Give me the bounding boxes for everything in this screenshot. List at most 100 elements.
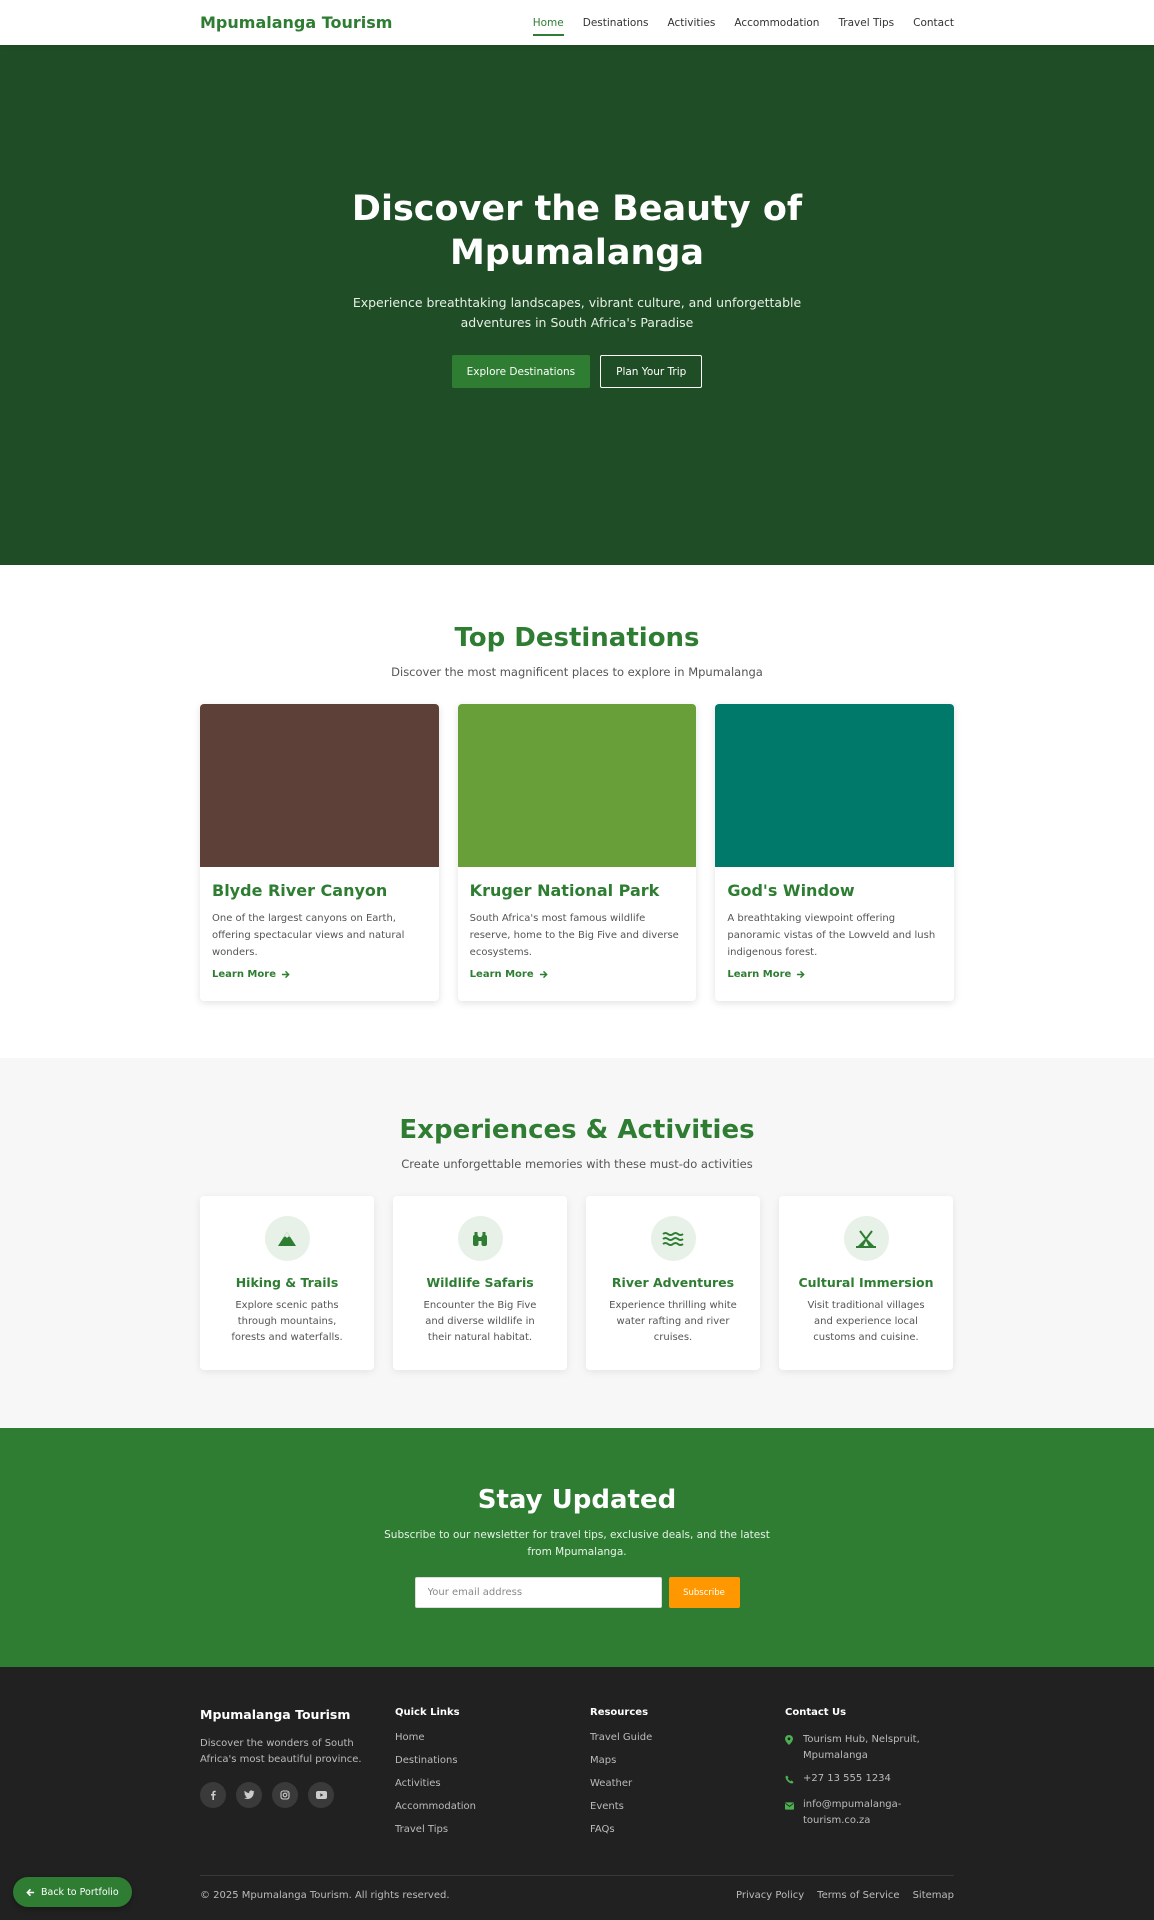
back-to-portfolio-button[interactable]: Back to Portfolio xyxy=(13,1877,132,1907)
activity-card: Hiking & Trails Explore scenic paths thr… xyxy=(200,1196,374,1370)
contact-email: info@mpumalanga-tourism.co.za xyxy=(785,1797,954,1829)
destinations-section: Top Destinations Discover the most magni… xyxy=(0,565,1154,1058)
arrow-right-icon xyxy=(539,970,548,979)
hero-subtitle: Experience breathtaking landscapes, vibr… xyxy=(352,295,802,330)
footer-quick-links-column: Quick Links Home Destinations Activities… xyxy=(395,1707,590,1847)
phone-icon xyxy=(785,1771,795,1790)
water-icon xyxy=(650,1216,696,1261)
hero-section: Discover the Beauty of Mpumalanga Experi… xyxy=(0,45,1154,565)
destination-card: Kruger National Park South Africa's most… xyxy=(457,704,697,1001)
activity-title: Cultural Immersion xyxy=(798,1275,934,1290)
footer-link-activities[interactable]: Activities xyxy=(395,1778,590,1801)
destination-image xyxy=(200,704,439,867)
destination-description: A breathtaking viewpoint offering panora… xyxy=(727,913,936,958)
destination-image xyxy=(715,704,955,867)
learn-more-link[interactable]: Learn More xyxy=(212,969,427,980)
footer-link-accommodation[interactable]: Accommodation xyxy=(395,1801,590,1824)
newsletter-section: Stay Updated Subscribe to our newsletter… xyxy=(0,1428,1154,1667)
activities-subtitle: Create unforgettable memories with these… xyxy=(401,1157,753,1171)
copyright-text: © 2025 Mpumalanga Tourism. All rights re… xyxy=(200,1890,450,1901)
activities-section: Experiences & Activities Create unforget… xyxy=(0,1058,1154,1428)
arrow-left-icon xyxy=(26,1888,35,1896)
footer-resources-column: Resources Travel Guide Maps Weather Even… xyxy=(590,1707,785,1847)
contact-address-text: Tourism Hub, Nelspruit, Mpumalanga xyxy=(803,1734,920,1761)
destination-card: God's Window A breathtaking viewpoint of… xyxy=(715,704,955,1001)
activity-description: Visit traditional villages and experienc… xyxy=(807,1300,925,1343)
learn-more-label: Learn More xyxy=(469,969,534,980)
destinations-title: Top Destinations xyxy=(454,623,700,653)
activity-title: Hiking & Trails xyxy=(235,1275,339,1290)
resources-heading: Resources xyxy=(590,1707,649,1718)
footer-link-maps[interactable]: Maps xyxy=(590,1755,785,1778)
contact-address: Tourism Hub, Nelspruit, Mpumalanga xyxy=(785,1732,954,1764)
newsletter-text: Subscribe to our newsletter for travel t… xyxy=(384,1529,770,1558)
youtube-icon[interactable] xyxy=(308,1782,334,1808)
nav-link-home[interactable]: Home xyxy=(532,13,564,36)
destination-description: One of the largest canyons on Earth, off… xyxy=(212,913,405,958)
footer-link-home[interactable]: Home xyxy=(395,1732,590,1755)
footer-link-travel-tips[interactable]: Travel Tips xyxy=(395,1824,590,1847)
plan-trip-button[interactable]: Plan Your Trip xyxy=(600,355,703,388)
footer-link-faqs[interactable]: FAQs xyxy=(590,1824,785,1847)
map-marker-icon xyxy=(785,1732,795,1764)
binoculars-icon xyxy=(457,1216,503,1261)
explore-destinations-button[interactable]: Explore Destinations xyxy=(451,355,591,388)
quick-links-heading: Quick Links xyxy=(395,1707,460,1718)
instagram-icon[interactable] xyxy=(272,1782,298,1808)
activities-grid: Hiking & Trails Explore scenic paths thr… xyxy=(200,1196,954,1370)
contact-email-text[interactable]: info@mpumalanga-tourism.co.za xyxy=(803,1797,954,1829)
footer-link-weather[interactable]: Weather xyxy=(590,1778,785,1801)
activity-card: Wildlife Safaris Encounter the Big Five … xyxy=(393,1196,567,1370)
arrow-right-icon xyxy=(281,970,290,979)
nav-link-accommodation[interactable]: Accommodation xyxy=(734,13,819,33)
main-nav: Home Destinations Activities Accommodati… xyxy=(532,13,954,36)
email-input[interactable] xyxy=(414,1577,662,1608)
contact-heading: Contact Us xyxy=(785,1707,847,1718)
learn-more-link[interactable]: Learn More xyxy=(470,969,685,980)
learn-more-link[interactable]: Learn More xyxy=(727,969,942,980)
back-to-portfolio-label: Back to Portfolio xyxy=(41,1886,119,1898)
destination-image xyxy=(457,704,697,867)
legal-links: Privacy Policy Terms of Service Sitemap xyxy=(736,1890,954,1901)
arrow-right-icon xyxy=(797,970,805,979)
nav-link-activities[interactable]: Activities xyxy=(667,13,715,33)
activity-card: Cultural Immersion Visit traditional vil… xyxy=(779,1196,953,1370)
destination-title: Blyde River Canyon xyxy=(212,881,388,900)
activity-description: Experience thrilling white water rafting… xyxy=(609,1300,737,1343)
learn-more-label: Learn More xyxy=(727,969,792,980)
activity-card: River Adventures Experience thrilling wh… xyxy=(586,1196,760,1370)
activity-title: Wildlife Safaris xyxy=(426,1275,534,1290)
nav-link-destinations[interactable]: Destinations xyxy=(583,13,649,33)
footer-about-column: Mpumalanga Tourism Discover the wonders … xyxy=(200,1707,395,1847)
twitter-icon[interactable] xyxy=(236,1782,262,1808)
nav-link-travel-tips[interactable]: Travel Tips xyxy=(838,13,894,33)
top-navbar: Mpumalanga Tourism Home Destinations Act… xyxy=(0,0,1154,45)
destinations-grid: Blyde River Canyon One of the largest ca… xyxy=(200,704,955,1001)
footer-link-events[interactable]: Events xyxy=(590,1801,785,1824)
social-links xyxy=(200,1782,395,1808)
destination-description: South Africa's most famous wildlife rese… xyxy=(469,913,679,958)
destination-card: Blyde River Canyon One of the largest ca… xyxy=(200,704,439,1001)
contact-phone-text[interactable]: +27 13 555 1234 xyxy=(803,1771,891,1790)
facebook-icon[interactable] xyxy=(200,1782,226,1808)
privacy-policy-link[interactable]: Privacy Policy xyxy=(736,1890,804,1901)
sitemap-link[interactable]: Sitemap xyxy=(913,1890,954,1901)
footer-logo: Mpumalanga Tourism xyxy=(200,1707,351,1722)
activity-description: Explore scenic paths through mountains, … xyxy=(231,1300,343,1343)
mountain-icon xyxy=(264,1216,310,1261)
campground-icon xyxy=(843,1216,889,1261)
subscribe-form: Subscribe xyxy=(0,1577,1154,1608)
subscribe-button[interactable]: Subscribe xyxy=(668,1577,740,1608)
nav-link-contact[interactable]: Contact xyxy=(913,13,954,33)
site-logo[interactable]: Mpumalanga Tourism xyxy=(200,13,392,32)
activities-title: Experiences & Activities xyxy=(399,1115,755,1145)
newsletter-title: Stay Updated xyxy=(477,1485,677,1515)
site-footer: Mpumalanga Tourism Discover the wonders … xyxy=(0,1667,1154,1920)
terms-of-service-link[interactable]: Terms of Service xyxy=(817,1890,899,1901)
learn-more-label: Learn More xyxy=(212,969,276,980)
destination-title: God's Window xyxy=(727,881,855,900)
destination-title: Kruger National Park xyxy=(469,881,660,900)
activity-title: River Adventures xyxy=(611,1275,735,1290)
footer-link-travel-guide[interactable]: Travel Guide xyxy=(590,1732,785,1755)
footer-link-destinations[interactable]: Destinations xyxy=(395,1755,590,1778)
